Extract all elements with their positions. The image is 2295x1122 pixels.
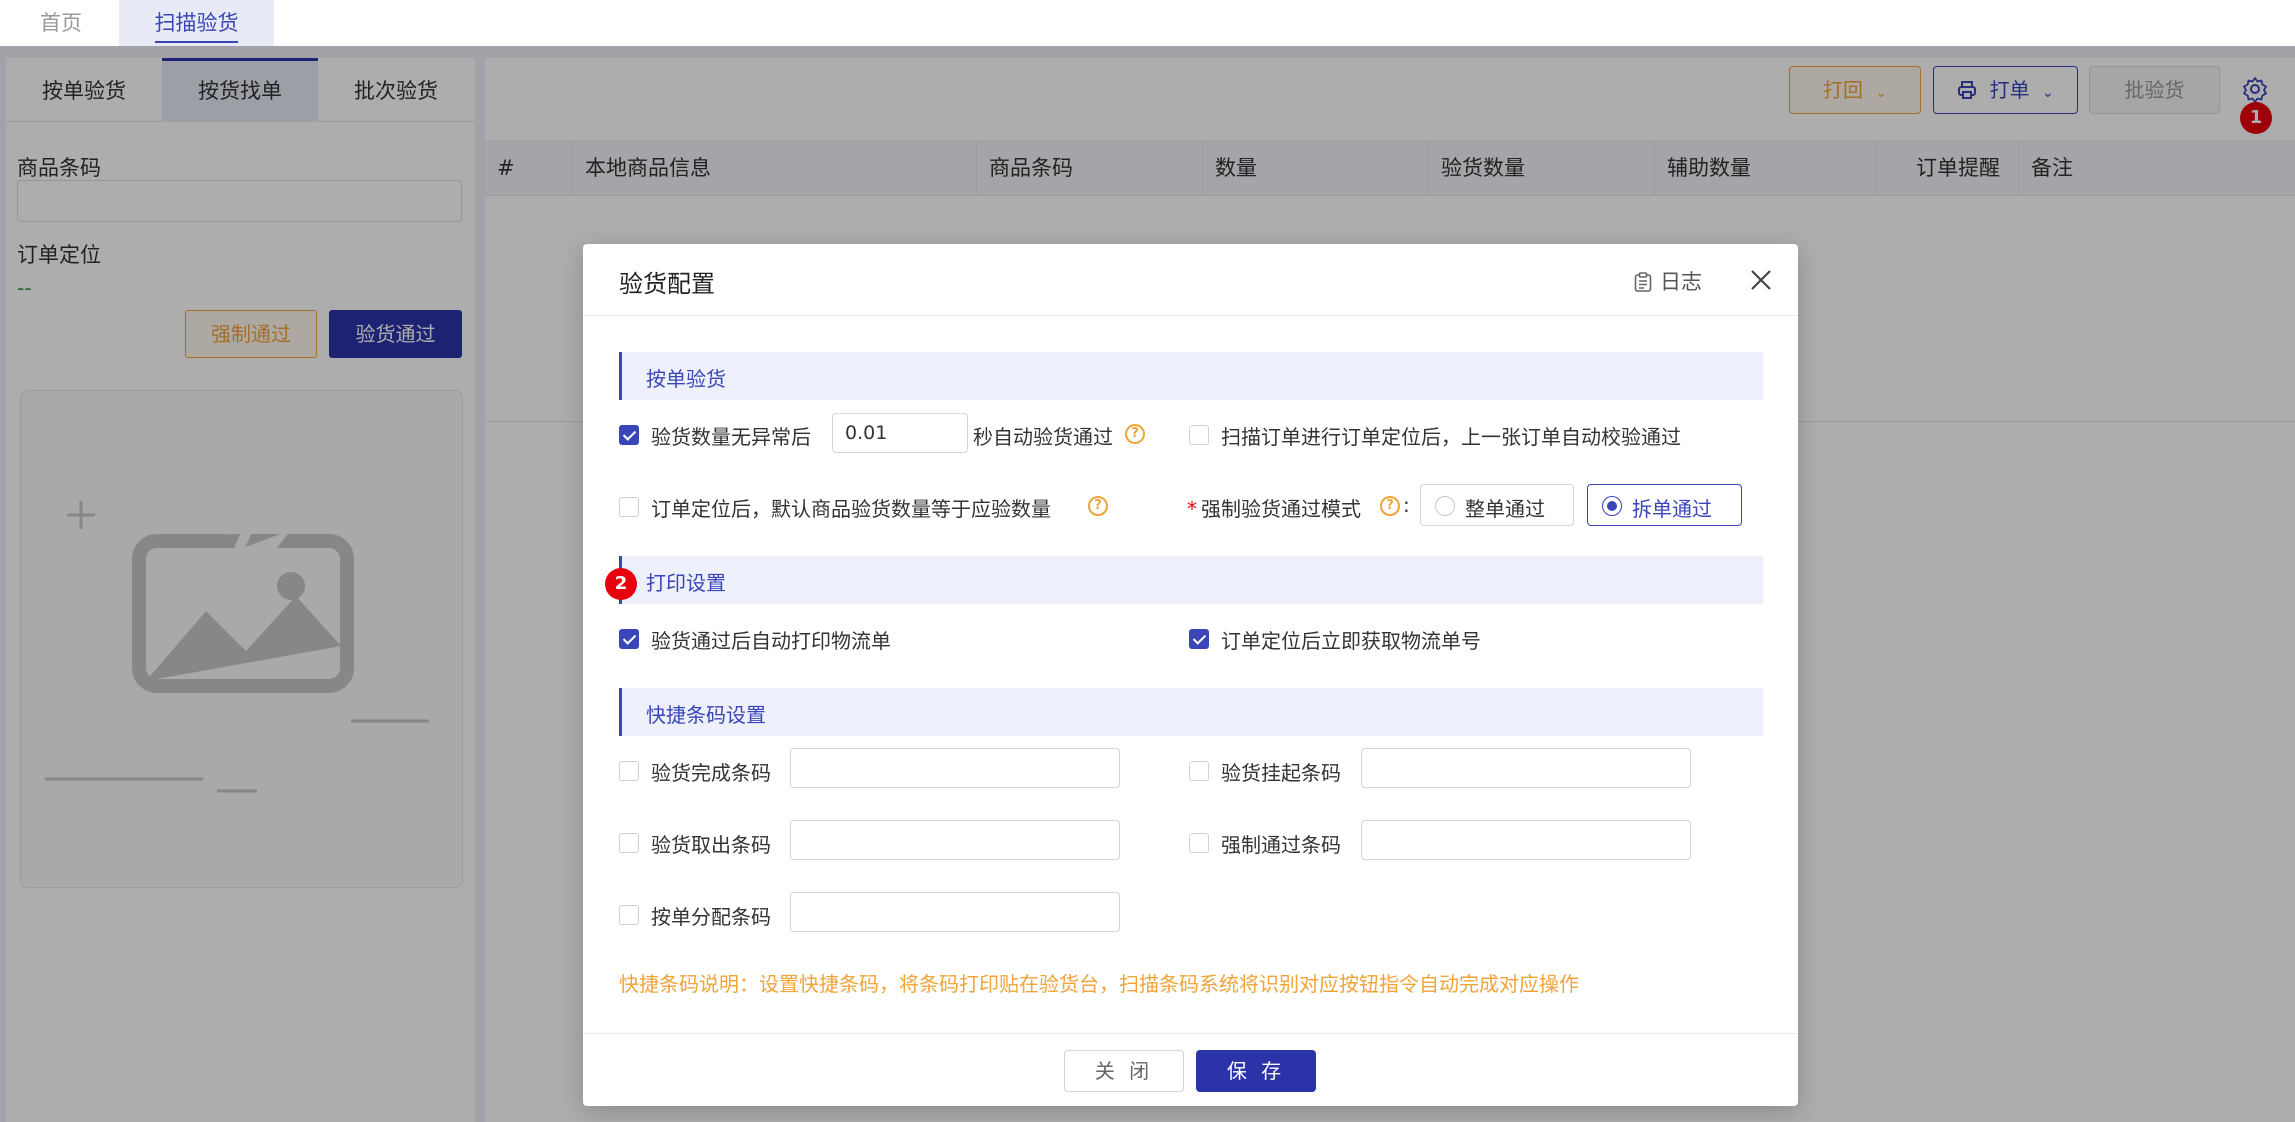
suspend-barcode-checkbox[interactable] [1189, 761, 1209, 781]
force-mode-label-text: 强制验货通过模式 [1201, 497, 1361, 521]
auto-print-checkbox[interactable] [619, 629, 639, 649]
section-shortcut-barcode: 快捷条码设置 [619, 688, 1763, 736]
inspection-config-dialog: 验货配置 日志 按单验货 验货数量无异常后 0.01 秒自动验货通过 ? 扫描订… [583, 244, 1798, 1106]
tab-scan-inspection[interactable]: 扫描验货 [119, 0, 274, 46]
default-qty-label: 订单定位后，默认商品验货数量等于应验数量 [651, 497, 1051, 521]
log-link[interactable]: 日志 [1634, 266, 1702, 296]
required-mark: * [1187, 497, 1197, 521]
section-by-order-title: 按单验货 [646, 367, 726, 391]
clipboard-icon [1634, 272, 1652, 292]
force-barcode-input[interactable] [1361, 820, 1691, 860]
auto-print-label: 验货通过后自动打印物流单 [651, 629, 891, 653]
force-barcode-checkbox[interactable] [1189, 833, 1209, 853]
auto-verify-checkbox[interactable] [1189, 425, 1209, 445]
close-button[interactable]: 关 闭 [1064, 1050, 1184, 1092]
step-badge-2: 2 [605, 568, 637, 600]
takeout-barcode-checkbox[interactable] [619, 833, 639, 853]
radio-whole-order[interactable]: 整单通过 [1420, 484, 1574, 526]
section-shortcut-title: 快捷条码设置 [646, 703, 766, 727]
section-by-order: 按单验货 [619, 352, 1763, 400]
section-print: 打印设置 [619, 556, 1763, 604]
tab-scan-inspection-label: 扫描验货 [154, 11, 239, 35]
auto-pass-prefix: 验货数量无异常后 [651, 425, 811, 449]
help-icon[interactable]: ? [1380, 496, 1400, 516]
shortcut-note: 快捷条码说明：设置快捷条码，将条码打印贴在验货台，扫描条码系统将识别对应按钮指令… [619, 972, 1579, 996]
help-icon[interactable]: ? [1088, 496, 1108, 516]
dialog-title: 验货配置 [619, 270, 715, 298]
save-button[interactable]: 保 存 [1196, 1050, 1316, 1092]
default-qty-checkbox[interactable] [619, 497, 639, 517]
radio-split-order-label: 拆单通过 [1632, 497, 1712, 521]
force-barcode-label: 强制通过条码 [1221, 833, 1341, 857]
top-tab-bar: 首页 扫描验货 [0, 0, 2295, 46]
auto-pass-suffix: 秒自动验货通过 [973, 425, 1113, 449]
assign-barcode-input[interactable] [790, 892, 1120, 932]
assign-barcode-checkbox[interactable] [619, 905, 639, 925]
colon: : [1403, 493, 1410, 517]
radio-whole-order-label: 整单通过 [1465, 497, 1545, 521]
suspend-barcode-label: 验货挂起条码 [1221, 761, 1341, 785]
active-tab-underline [155, 41, 238, 43]
section-print-title: 打印设置 [646, 571, 726, 595]
log-label: 日志 [1660, 270, 1702, 294]
radio-circle [1435, 496, 1455, 516]
takeout-barcode-input[interactable] [790, 820, 1120, 860]
auto-verify-label: 扫描订单进行订单定位后，上一张订单自动校验通过 [1221, 425, 1681, 449]
radio-circle-selected [1602, 496, 1622, 516]
dialog-footer: 关 闭 保 存 [583, 1033, 1798, 1106]
complete-barcode-checkbox[interactable] [619, 761, 639, 781]
assign-barcode-label: 按单分配条码 [651, 905, 771, 929]
close-icon[interactable] [1749, 268, 1773, 292]
complete-barcode-input[interactable] [790, 748, 1120, 788]
suspend-barcode-input[interactable] [1361, 748, 1691, 788]
force-mode-label: * 强制验货通过模式 [1187, 493, 1361, 522]
auto-fetch-tracking-checkbox[interactable] [1189, 629, 1209, 649]
tab-home[interactable]: 首页 [40, 0, 82, 46]
help-icon[interactable]: ? [1125, 424, 1145, 444]
dialog-header: 验货配置 日志 [583, 244, 1798, 316]
auto-fetch-tracking-label: 订单定位后立即获取物流单号 [1221, 629, 1481, 653]
radio-split-order[interactable]: 拆单通过 [1587, 484, 1742, 526]
auto-pass-seconds-input[interactable]: 0.01 [832, 413, 968, 453]
takeout-barcode-label: 验货取出条码 [651, 833, 771, 857]
auto-pass-checkbox[interactable] [619, 425, 639, 445]
complete-barcode-label: 验货完成条码 [651, 761, 771, 785]
